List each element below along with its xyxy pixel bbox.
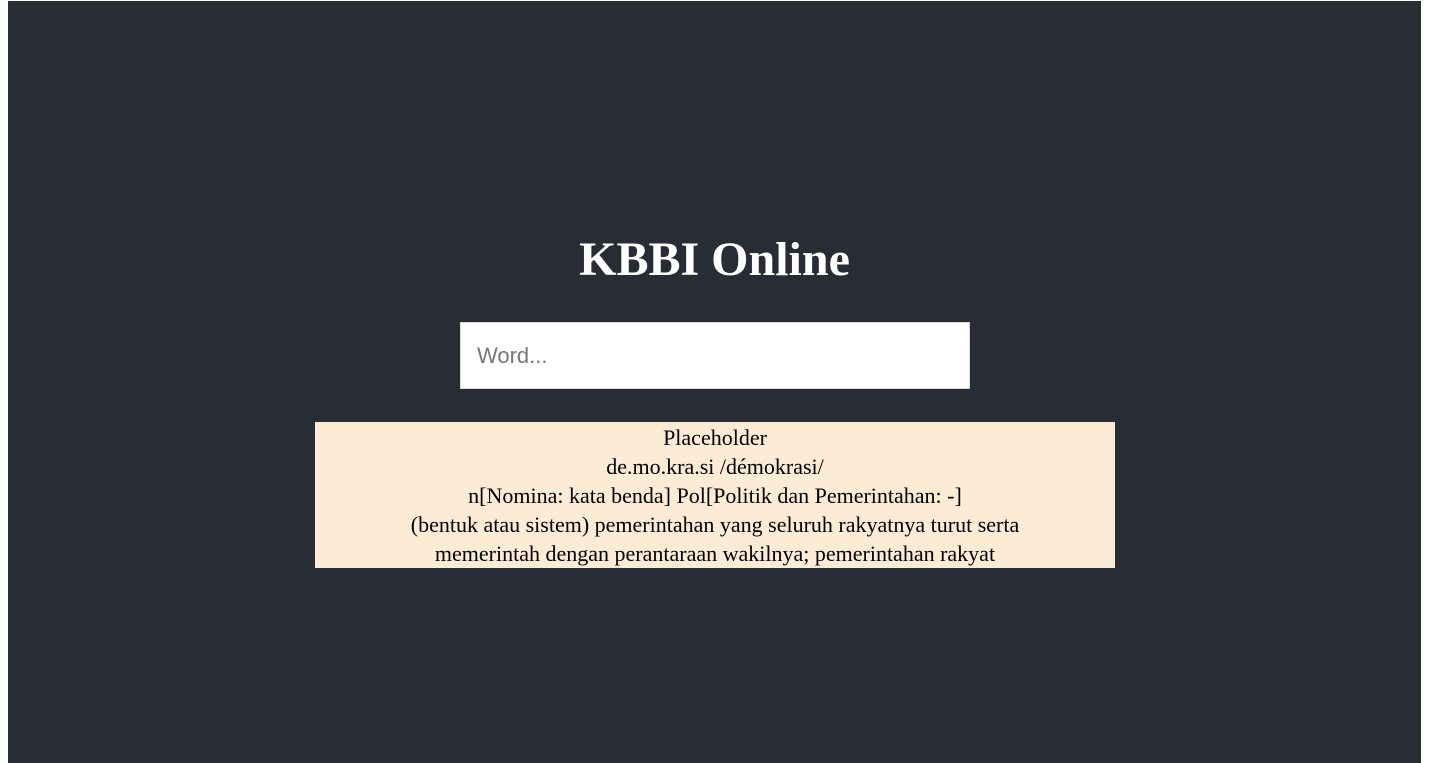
page-title: KBBI Online <box>579 233 850 286</box>
definition-result: Placeholder de.mo.kra.si /démokrasi/ n[N… <box>315 422 1115 568</box>
result-heading: Placeholder <box>663 425 767 450</box>
app-container: KBBI Online Placeholder de.mo.kra.si /dé… <box>8 1 1421 763</box>
search-input[interactable] <box>460 322 970 389</box>
result-definition-line-1: (bentuk atau sistem) pemerintahan yang s… <box>410 512 1020 537</box>
result-definition-line-2: memerintah dengan perantaraan wakilnya; … <box>434 541 996 566</box>
result-pronunciation: de.mo.kra.si /démokrasi/ <box>606 454 824 479</box>
result-word-class: n[Nomina: kata benda] Pol[Politik dan Pe… <box>468 483 962 508</box>
